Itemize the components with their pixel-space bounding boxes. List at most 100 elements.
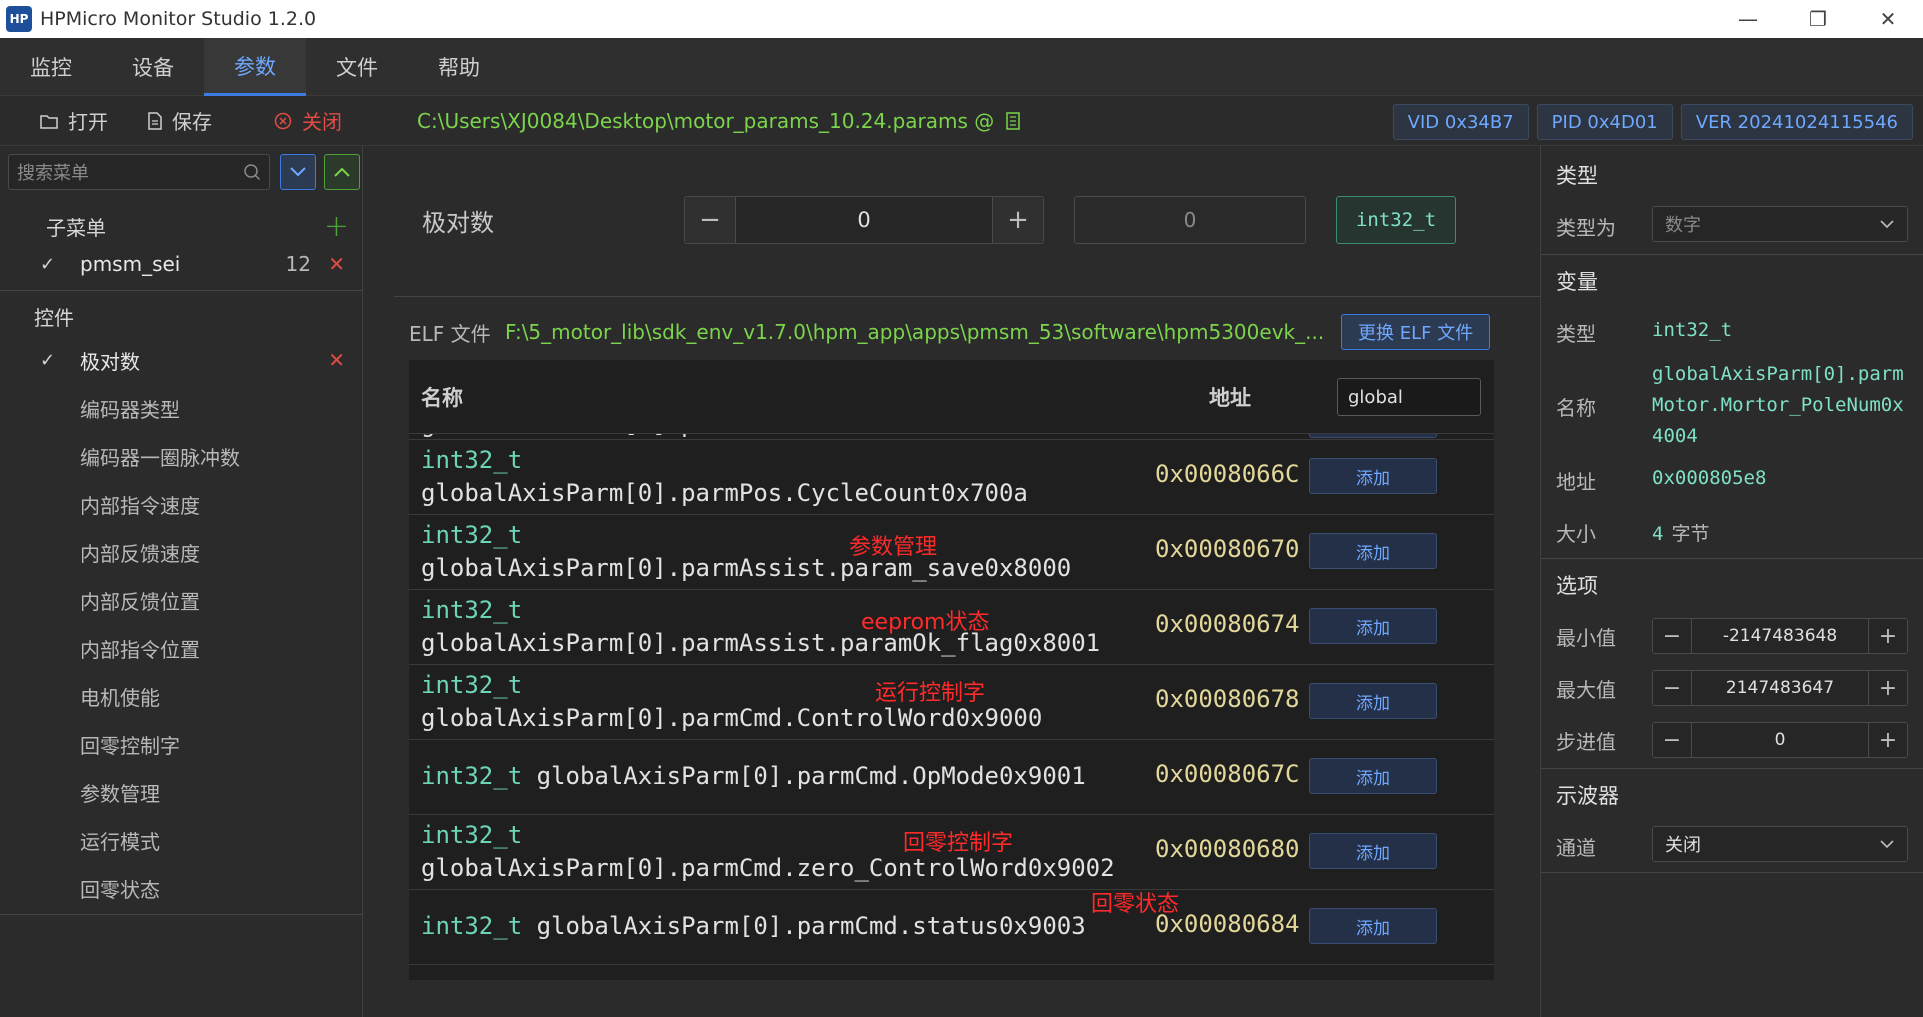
check-icon: ✓ xyxy=(40,349,56,371)
channel-value: 关闭 xyxy=(1665,835,1701,856)
chevron-down-icon xyxy=(1880,840,1894,849)
collapse-all-button[interactable] xyxy=(324,154,360,190)
table-row: int32_t globalAxisParm[0].parmCmd.Control… xyxy=(409,665,1494,740)
control-item[interactable]: 参数管理 xyxy=(0,768,363,816)
control-item[interactable]: 内部指令速度 xyxy=(0,480,363,528)
control-item[interactable]: 编码器一圈脉冲数 xyxy=(0,432,363,480)
pid-badge: PID 0x4D01 xyxy=(1536,104,1673,140)
annotation-label: 运行控制字 xyxy=(875,681,986,706)
add-button[interactable]: 添加 xyxy=(1309,683,1437,719)
add-button[interactable]: 添加 xyxy=(1309,608,1437,644)
table-body: globalAxisParm[0].parmPos.DwellTime0x700… xyxy=(409,420,1494,965)
type-section-title: 类型 xyxy=(1556,164,1598,188)
menu-search-input[interactable]: 搜索菜单 xyxy=(8,154,270,190)
main-panel: 极对数 − 0 + 0 int32_t ELF 文件 F:\5_motor_li… xyxy=(364,146,1540,1017)
toolbar: 打开 保存 关闭 C:\Users\XJ0084\Desktop\motor_p… xyxy=(0,96,1923,146)
panel-divider xyxy=(1541,254,1923,255)
tab-monitor[interactable]: 监控 xyxy=(0,38,102,96)
panel-divider xyxy=(1541,872,1923,873)
add-button[interactable]: 添加 xyxy=(1309,833,1437,869)
minimize-button[interactable]: — xyxy=(1713,0,1783,38)
save-label: 保存 xyxy=(172,110,212,134)
file-path: C:\Users\XJ0084\Desktop\motor_params_10.… xyxy=(417,109,1021,133)
expand-all-button[interactable] xyxy=(280,154,316,190)
remove-control-icon[interactable]: ✕ xyxy=(328,348,345,372)
step-stepper[interactable]: − 0 + xyxy=(1652,722,1908,758)
add-button[interactable]: 添加 xyxy=(1309,758,1437,794)
control-item[interactable]: 内部指令位置 xyxy=(0,624,363,672)
notes-icon[interactable] xyxy=(1006,111,1021,130)
control-item[interactable]: 运行模式 xyxy=(0,816,363,864)
decrement-button[interactable]: − xyxy=(685,197,735,243)
symbol-name: int32_t globalAxisParm[0].parmCmd.Control… xyxy=(421,671,1043,732)
symbol-name: int32_t globalAxisParm[0].parmAssist.para… xyxy=(421,596,1101,657)
min-stepper[interactable]: − -2147483648 + xyxy=(1652,618,1908,654)
app-logo-icon: HP xyxy=(6,6,32,32)
control-item[interactable]: 编码器类型 xyxy=(0,384,363,432)
sidebar-bottom-divider xyxy=(0,914,363,915)
tab-help[interactable]: 帮助 xyxy=(408,38,510,96)
variable-section-title: 变量 xyxy=(1556,270,1598,294)
table-row: int32_t globalAxisParm[0].parmAssist.para… xyxy=(409,590,1494,665)
table-row: int32_t globalAxisParm[0].parmCmd.zero_Co… xyxy=(409,815,1494,890)
annotation-label: 回零控制字 xyxy=(903,831,1014,856)
param-value-input[interactable]: 0 xyxy=(735,197,993,243)
control-item-label: 极对数 xyxy=(80,349,140,374)
type-as-select[interactable]: 数字 xyxy=(1652,206,1908,242)
title-bar: HP HPMicro Monitor Studio 1.2.0 — ❐ ✕ xyxy=(0,0,1923,38)
document-icon xyxy=(148,111,162,130)
decrement-button[interactable]: − xyxy=(1653,619,1691,653)
increment-button[interactable]: + xyxy=(993,197,1043,243)
symbol-address: 0x00080670 xyxy=(1155,535,1300,563)
add-submenu-icon[interactable]: + xyxy=(324,209,349,244)
max-value-input[interactable]: 2147483647 xyxy=(1691,671,1869,705)
maximize-button[interactable]: ❐ xyxy=(1783,0,1853,38)
close-file-button[interactable]: 关闭 xyxy=(274,106,342,135)
add-button[interactable]: 添加 xyxy=(1309,908,1437,944)
annotation-label: eeprom状态 xyxy=(861,610,990,635)
close-window-button[interactable]: ✕ xyxy=(1853,0,1923,38)
channel-select[interactable]: 关闭 xyxy=(1652,826,1908,862)
control-item[interactable]: 内部反馈位置 xyxy=(0,576,363,624)
controls-list: ✓ 极对数 ✕ 编码器类型 编码器一圈脉冲数 内部指令速度 内部反馈速度 内部反… xyxy=(0,336,363,912)
symbol-filter-input[interactable]: global xyxy=(1337,378,1481,416)
tab-params[interactable]: 参数 xyxy=(204,38,306,96)
add-button[interactable]: 添加 xyxy=(1309,458,1437,494)
param-readback: 0 xyxy=(1074,196,1306,244)
open-button[interactable]: 打开 xyxy=(40,106,108,135)
symbol-address: 0x00080674 xyxy=(1155,610,1300,638)
control-item[interactable]: 电机使能 xyxy=(0,672,363,720)
decrement-button[interactable]: − xyxy=(1653,671,1691,705)
save-button[interactable]: 保存 xyxy=(148,106,212,135)
min-label: 最小值 xyxy=(1556,626,1616,650)
var-type-value: int32_t xyxy=(1652,319,1733,341)
step-value-input[interactable]: 0 xyxy=(1691,723,1869,757)
tab-file[interactable]: 文件 xyxy=(306,38,408,96)
folder-icon xyxy=(40,114,58,129)
change-elf-button[interactable]: 更换 ELF 文件 xyxy=(1341,314,1491,350)
vid-badge: VID 0x34B7 xyxy=(1392,104,1529,140)
control-item[interactable]: 回零状态 xyxy=(0,864,363,912)
increment-button[interactable]: + xyxy=(1869,723,1907,757)
control-item[interactable]: 内部反馈速度 xyxy=(0,528,363,576)
chevron-down-icon xyxy=(290,167,306,177)
close-label: 关闭 xyxy=(302,110,342,134)
submenu-item[interactable]: ✓ pmsm_sei 12 ✕ xyxy=(0,244,363,284)
var-size-label: 大小 xyxy=(1556,522,1596,546)
decrement-button[interactable]: − xyxy=(1653,723,1691,757)
control-item[interactable]: 回零控制字 xyxy=(0,720,363,768)
control-item-pole-pairs[interactable]: ✓ 极对数 ✕ xyxy=(0,336,363,384)
remove-submenu-icon[interactable]: ✕ xyxy=(328,252,345,276)
add-button[interactable]: 添加 xyxy=(1309,533,1437,569)
increment-button[interactable]: + xyxy=(1869,671,1907,705)
panel-divider xyxy=(1541,558,1923,559)
increment-button[interactable]: + xyxy=(1869,619,1907,653)
symbol-address: 0x0008067C xyxy=(1155,760,1300,788)
max-stepper[interactable]: − 2147483647 + xyxy=(1652,670,1908,706)
param-stepper[interactable]: − 0 + xyxy=(684,196,1044,244)
scope-section-title: 示波器 xyxy=(1556,784,1619,808)
min-value-input[interactable]: -2147483648 xyxy=(1691,619,1869,653)
tab-device[interactable]: 设备 xyxy=(102,38,204,96)
version-badge: VER 20241024115546 xyxy=(1680,104,1913,140)
symbol-name: int32_t globalAxisParm[0].parmAssist.para… xyxy=(421,521,1072,582)
